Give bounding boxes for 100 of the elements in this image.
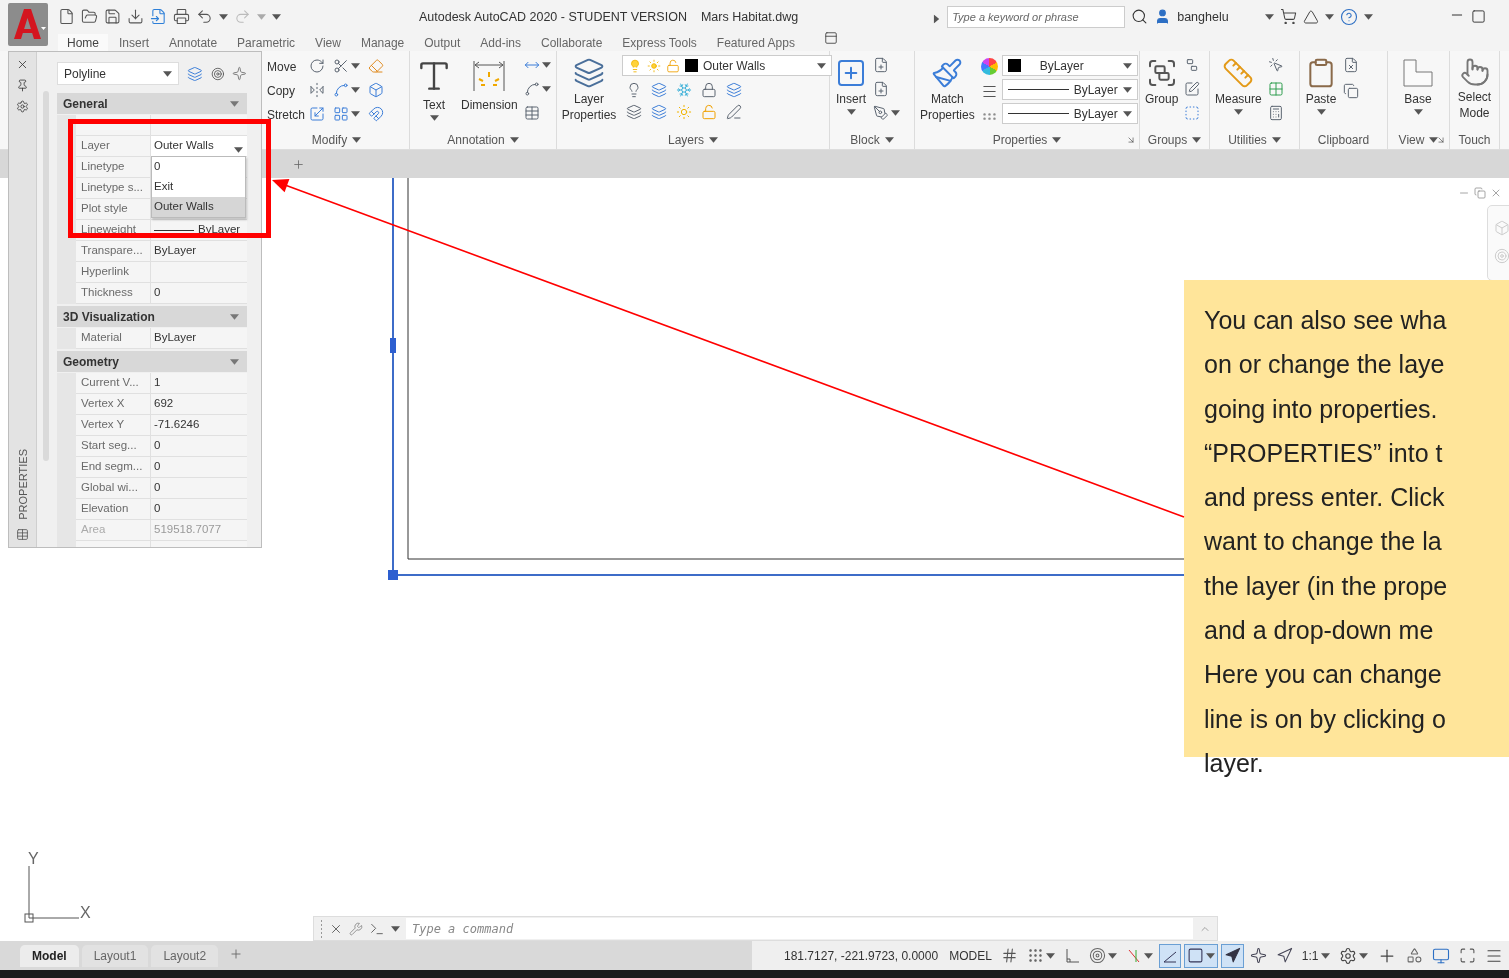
layer-option[interactable]: Exit: [152, 177, 245, 197]
layout-tab[interactable]: Model: [20, 944, 79, 967]
settings-icon[interactable]: [1338, 946, 1357, 965]
tool-button[interactable]: Stretch: [267, 103, 305, 127]
caret-icon[interactable]: [1122, 62, 1132, 69]
layer-dropdown[interactable]: Outer Walls: [151, 136, 247, 157]
leader-icon[interactable]: [523, 81, 540, 97]
caret-icon[interactable]: [509, 137, 519, 143]
caret-icon[interactable]: [1107, 952, 1117, 959]
caret-icon[interactable]: [891, 110, 900, 116]
scale-icon[interactable]: [309, 106, 325, 122]
ribbon-tab[interactable]: Annotate: [160, 34, 227, 51]
group-title-button[interactable]: Modify: [264, 131, 409, 149]
mirror-icon[interactable]: [309, 82, 325, 98]
viewport-close-icon[interactable]: [1490, 187, 1502, 199]
text-button[interactable]: Text: [413, 55, 455, 124]
group-title-button[interactable]: Properties: [915, 131, 1139, 149]
tool-button[interactable]: Copy: [267, 79, 305, 103]
select-objects-icon[interactable]: [210, 66, 225, 81]
layers-icon[interactable]: [726, 82, 742, 98]
caret-icon[interactable]: [1429, 137, 1439, 143]
caret-icon[interactable]: [351, 87, 360, 93]
group-title-button[interactable]: Utilities: [1210, 131, 1299, 149]
new-file-icon[interactable]: [58, 8, 75, 25]
select-mode-button[interactable]: Select Mode: [1453, 55, 1496, 124]
search-field[interactable]: Type a keyword or phrase: [947, 5, 1126, 28]
print-icon[interactable]: [173, 8, 190, 25]
insert-icon[interactable]: [835, 57, 867, 89]
rotate-icon[interactable]: [309, 58, 325, 74]
group-title-button[interactable]: Layers: [557, 131, 829, 149]
customize-caret-icon[interactable]: [272, 13, 281, 20]
caret-icon[interactable]: [1052, 137, 1062, 143]
caret-icon[interactable]: [1122, 110, 1132, 117]
section-header[interactable]: 3D Visualization: [57, 306, 247, 327]
linetype-select[interactable]: ByLayer: [1001, 79, 1138, 100]
caret-icon[interactable]: [541, 62, 551, 68]
undo-icon[interactable]: [196, 8, 213, 25]
caret-icon[interactable]: [1316, 109, 1326, 116]
scissors-icon[interactable]: [333, 58, 349, 74]
group-title-button[interactable]: Clipboard: [1300, 131, 1387, 149]
caret-icon[interactable]: [1363, 13, 1373, 20]
grid-icon[interactable]: [333, 106, 349, 122]
open-folder-icon[interactable]: [81, 8, 98, 25]
ribbon-tab[interactable]: Express Tools: [613, 34, 706, 51]
base-button[interactable]: Base: [1399, 55, 1437, 118]
edit-icon[interactable]: [1184, 81, 1201, 97]
ribbon-tab[interactable]: Parametric: [228, 34, 305, 51]
caret-icon[interactable]: [1205, 952, 1215, 959]
magnet-icon[interactable]: [368, 106, 384, 122]
pin-icon[interactable]: [16, 79, 29, 92]
user-name[interactable]: banghelu: [1177, 9, 1229, 24]
group-title-button[interactable]: Touch: [1450, 131, 1499, 149]
search-icon[interactable]: [1131, 8, 1149, 25]
square-icon[interactable]: [1186, 947, 1204, 964]
layers-icon[interactable]: [626, 104, 642, 120]
caret-icon[interactable]: [351, 111, 360, 117]
expand-icon[interactable]: [933, 14, 940, 23]
pointer-icon[interactable]: [1267, 57, 1284, 73]
caret-icon[interactable]: [884, 137, 894, 143]
caret-icon[interactable]: [1358, 952, 1368, 959]
dimension-button[interactable]: Dimension: [459, 55, 520, 116]
pen-tool-icon[interactable]: [873, 105, 889, 121]
help-icon[interactable]: [1339, 7, 1358, 26]
launcher-icon[interactable]: [1436, 135, 1446, 145]
caret-icon[interactable]: [391, 925, 400, 932]
padlock-icon[interactable]: [701, 82, 717, 98]
caret-icon[interactable]: [1233, 109, 1243, 116]
layer-option[interactable]: 0: [152, 157, 245, 177]
caret-icon[interactable]: [429, 115, 439, 122]
group-title-button[interactable]: Groups: [1140, 131, 1209, 149]
grip-icon[interactable]: [320, 919, 323, 938]
caret-icon[interactable]: [541, 86, 551, 92]
import-icon[interactable]: [150, 8, 167, 25]
section-header[interactable]: General: [57, 93, 247, 114]
copy-icon[interactable]: [1343, 83, 1359, 99]
caret-icon[interactable]: [234, 147, 243, 153]
target-icon[interactable]: [1088, 947, 1106, 964]
caret-icon[interactable]: [846, 109, 856, 116]
section-header[interactable]: Geometry: [57, 351, 247, 372]
close-icon[interactable]: [16, 58, 29, 71]
match-properties-button[interactable]: Match Properties: [918, 55, 977, 126]
caret-icon[interactable]: [1324, 13, 1334, 20]
cube-icon[interactable]: [368, 82, 384, 98]
save-icon[interactable]: [104, 8, 121, 25]
ribbon-tab[interactable]: Manage: [351, 34, 414, 51]
paintbrush-icon[interactable]: [931, 57, 964, 89]
paste-button[interactable]: Paste: [1303, 55, 1339, 118]
ribbon-tab[interactable]: Insert: [110, 34, 159, 51]
color-wheel-icon[interactable]: [980, 58, 998, 75]
caret-icon[interactable]: [817, 62, 826, 69]
caret-icon[interactable]: [230, 358, 239, 365]
eraser-icon[interactable]: [368, 58, 384, 74]
new-tab-icon[interactable]: [292, 157, 305, 171]
status-toggle[interactable]: [1183, 943, 1218, 968]
layout-tab[interactable]: Layout1: [81, 944, 149, 967]
caret-icon[interactable]: [1192, 137, 1202, 143]
file-plus-icon[interactable]: [873, 81, 889, 97]
curve-icon[interactable]: [333, 82, 349, 98]
ribbon-tab[interactable]: Add-ins: [471, 34, 530, 51]
layout-tab[interactable]: Layout2: [151, 944, 219, 967]
